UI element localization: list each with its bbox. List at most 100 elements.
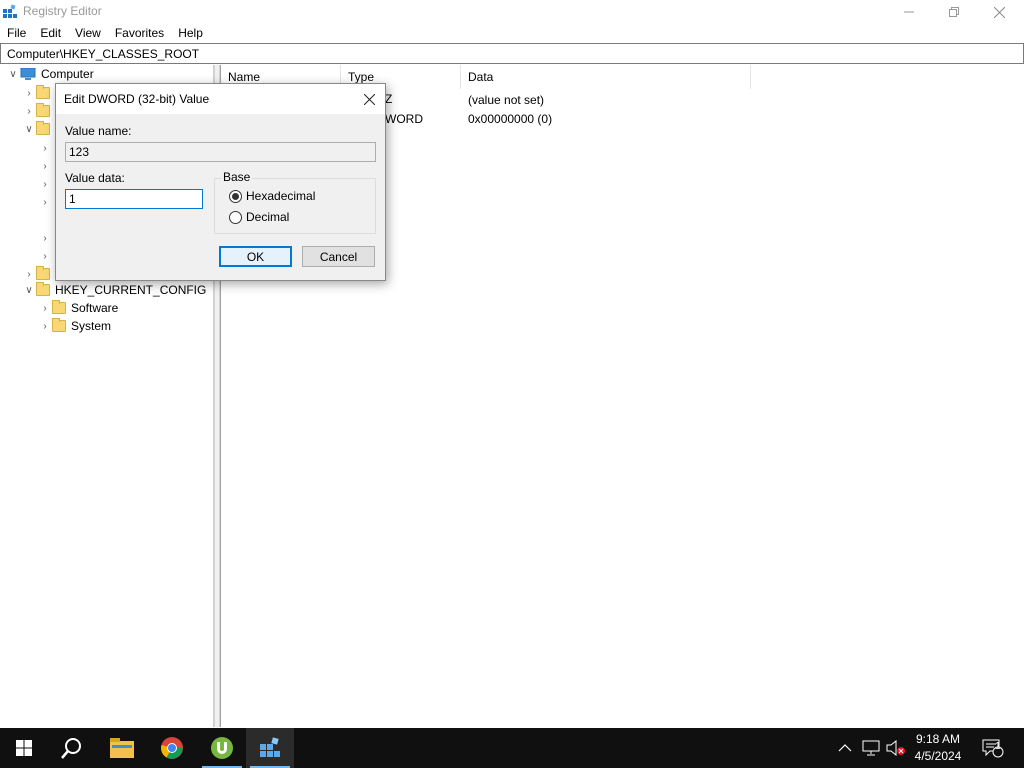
decimal-radio[interactable]: Decimal <box>229 210 289 224</box>
base-label: Base <box>221 170 253 184</box>
chevron-right-icon[interactable]: › <box>38 229 52 247</box>
value-name-field[interactable]: 123 <box>65 142 376 162</box>
chrome-icon <box>161 737 183 759</box>
value-data-cell[interactable]: 0x00000000 (0) <box>468 112 552 126</box>
folder-icon <box>36 266 50 280</box>
chevron-right-icon[interactable]: › <box>22 102 36 120</box>
tree-item[interactable]: ∨ <box>22 120 55 138</box>
computer-icon <box>20 68 36 80</box>
tree-item[interactable]: › <box>38 229 52 247</box>
tree-item-label: System <box>71 319 112 333</box>
clock-date: 4/5/2024 <box>914 749 962 763</box>
file-explorer-icon <box>110 738 134 758</box>
radio-selected-icon <box>229 189 242 203</box>
registry-editor-icon <box>260 737 280 757</box>
cancel-button[interactable]: Cancel <box>302 246 375 267</box>
dialog-title: Edit DWORD (32-bit) Value <box>64 92 210 106</box>
address-path: Computer\HKEY_CLASSES_ROOT <box>7 47 200 61</box>
folder-icon <box>36 121 50 135</box>
close-icon <box>993 6 1005 18</box>
value-data-label: Value data: <box>65 171 125 185</box>
tree-item[interactable]: › <box>38 157 52 175</box>
close-icon <box>363 93 375 105</box>
utorrent-icon <box>211 737 233 759</box>
restore-button[interactable] <box>931 0 977 24</box>
network-icon <box>862 740 880 756</box>
chevron-right-icon[interactable]: › <box>38 157 52 175</box>
ok-button[interactable]: OK <box>219 246 292 267</box>
value-type-cell: WORD <box>385 112 423 126</box>
chevron-right-icon[interactable]: › <box>38 139 52 157</box>
chevron-right-icon[interactable]: › <box>38 175 52 193</box>
taskbar: 9:18 AM 4/5/2024 1 <box>0 728 1024 768</box>
tree-item[interactable]: › <box>22 102 55 120</box>
chevron-down-icon[interactable]: ∨ <box>22 281 36 299</box>
registry-editor-icon <box>3 4 17 18</box>
volume-tray-button[interactable] <box>886 728 906 768</box>
chevron-right-icon[interactable]: › <box>38 247 52 265</box>
dialog-close-button[interactable] <box>354 86 384 112</box>
show-hidden-icons-button[interactable] <box>838 728 852 768</box>
tree-item[interactable]: › <box>38 247 52 265</box>
menu-favorites[interactable]: Favorites <box>108 24 171 42</box>
tree-item-computer[interactable]: ∨ Computer <box>6 65 94 83</box>
column-header-data[interactable]: Data <box>461 65 751 89</box>
tree-item-label: Software <box>71 301 119 315</box>
start-button[interactable] <box>0 728 48 768</box>
registry-editor-taskbar-button[interactable] <box>246 728 294 768</box>
hexadecimal-label: Hexadecimal <box>246 189 316 203</box>
base-groupbox <box>214 178 376 234</box>
chrome-taskbar-button[interactable] <box>148 728 196 768</box>
chevron-right-icon[interactable]: › <box>38 193 52 211</box>
tree-item[interactable]: › <box>38 175 52 193</box>
tree-item-label: HKEY_CURRENT_CONFIG <box>55 283 207 297</box>
hexadecimal-radio[interactable]: Hexadecimal <box>229 189 315 203</box>
folder-icon <box>52 300 66 314</box>
tree-item-system[interactable]: › System <box>38 317 111 335</box>
menu-bar: File Edit View Favorites Help <box>0 24 1024 42</box>
edit-dword-dialog: Edit DWORD (32-bit) Value Value name: 12… <box>55 83 386 281</box>
file-explorer-taskbar-button[interactable] <box>98 728 146 768</box>
network-tray-button[interactable] <box>862 728 880 768</box>
decimal-label: Decimal <box>246 210 290 224</box>
menu-view[interactable]: View <box>68 24 108 42</box>
chevron-right-icon[interactable]: › <box>38 299 52 317</box>
chevron-down-icon[interactable]: ∨ <box>22 120 36 138</box>
search-button[interactable] <box>48 728 96 768</box>
value-data-field[interactable]: 1 <box>65 189 203 209</box>
title-bar: Registry Editor <box>0 0 1024 24</box>
folder-icon <box>36 282 50 296</box>
folder-icon <box>36 85 50 99</box>
folder-icon <box>52 318 66 332</box>
dialog-title-bar[interactable]: Edit DWORD (32-bit) Value <box>56 84 385 114</box>
utorrent-taskbar-button[interactable] <box>198 728 246 768</box>
tree-item-software[interactable]: › Software <box>38 299 118 317</box>
value-data-cell[interactable]: (value not set) <box>468 93 544 107</box>
value-type-cell: Z <box>385 92 393 106</box>
tree-item[interactable]: › <box>38 193 52 211</box>
clock-time: 9:18 AM <box>915 732 961 746</box>
minimize-button[interactable] <box>886 0 932 24</box>
minimize-icon <box>904 11 914 13</box>
folder-icon <box>36 103 50 117</box>
address-bar[interactable]: Computer\HKEY_CLASSES_ROOT <box>0 43 1024 64</box>
action-center-button[interactable]: 1 <box>982 728 1004 768</box>
close-button[interactable] <box>976 0 1022 24</box>
window-title: Registry Editor <box>23 4 102 18</box>
menu-file[interactable]: File <box>0 24 33 42</box>
taskbar-clock[interactable]: 9:18 AM 4/5/2024 <box>905 731 971 765</box>
tree-item-hkey-current-config[interactable]: ∨ HKEY_CURRENT_CONFIG <box>22 281 206 299</box>
tree-item-label: Computer <box>41 67 94 81</box>
chevron-right-icon[interactable]: › <box>22 84 36 102</box>
tree-item[interactable]: › <box>38 139 52 157</box>
restore-icon <box>949 7 959 17</box>
tree-item[interactable]: › <box>22 84 55 102</box>
chevron-right-icon[interactable]: › <box>38 317 52 335</box>
radio-unselected-icon <box>229 210 242 224</box>
menu-help[interactable]: Help <box>171 24 210 42</box>
notification-count: 1 <box>995 741 1001 752</box>
value-name-label: Value name: <box>65 124 132 138</box>
volume-muted-icon <box>886 740 905 756</box>
menu-edit[interactable]: Edit <box>33 24 68 42</box>
chevron-down-icon[interactable]: ∨ <box>6 65 20 83</box>
